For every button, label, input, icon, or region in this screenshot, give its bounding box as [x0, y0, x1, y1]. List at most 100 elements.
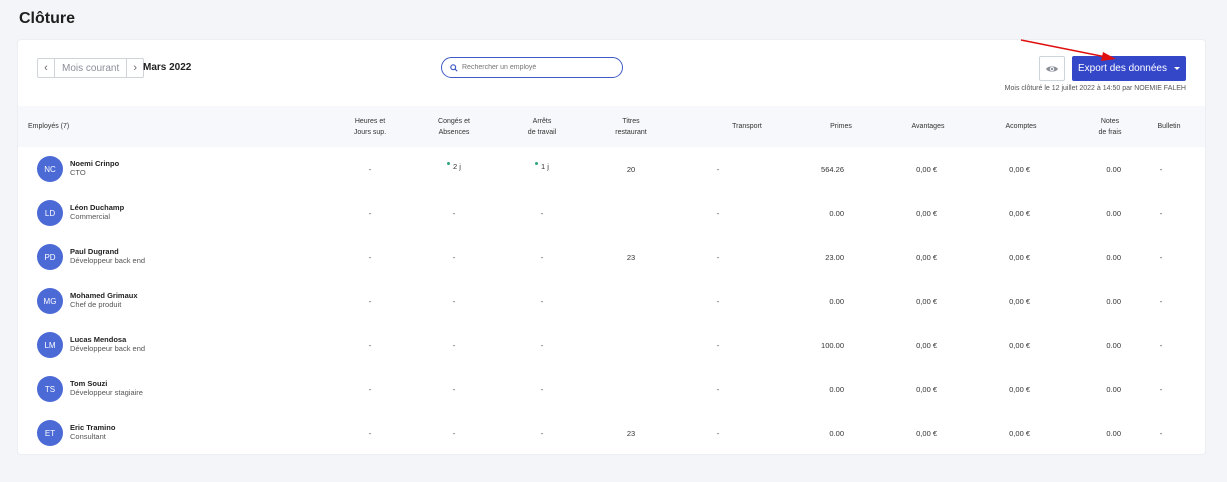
col-expenses-line1: Notes [1100, 117, 1120, 125]
export-data-button[interactable]: Export des données [1072, 56, 1186, 81]
employee-name[interactable]: Léon Duchamp [70, 203, 124, 212]
cell-sick-value: - [540, 208, 544, 218]
cell-bonuses: 100.00 [784, 323, 844, 367]
search-input[interactable] [462, 64, 612, 71]
cell-benefits: 0,00 € [877, 279, 937, 323]
cell-advances-value: 0,00 € [1009, 428, 1030, 438]
employee-role: Développeur back end [70, 256, 146, 265]
employee-name[interactable]: Noemi Crinpo [70, 159, 119, 168]
preview-button[interactable] [1039, 56, 1065, 81]
employee-role: Développeur back end [70, 344, 146, 353]
table-row[interactable]: LM Lucas Mendosa Développeur back end - - - - 1… [18, 323, 1205, 367]
avatar: PD [37, 244, 63, 270]
table-row[interactable]: NC Noemi Crinpo CTO - 2 j 1 j 20 - 564.26 0,00 € 0… [18, 147, 1205, 191]
cell-expenses-value: 0.00 [1106, 252, 1121, 262]
month-navigation: ‹ Mois courant › [37, 58, 145, 78]
employee-name[interactable]: Lucas Mendosa [70, 335, 126, 344]
cell-expenses-value: 0.00 [1106, 164, 1121, 174]
cell-advances: 0,00 € [970, 323, 1030, 367]
cell-payslip-value: - [1159, 164, 1163, 174]
employee-name[interactable]: Mohamed Grimaux [70, 291, 138, 300]
cell-expenses-value: 0.00 [1106, 208, 1121, 218]
cell-benefits: 0,00 € [877, 323, 937, 367]
employee-role: Chef de produit [70, 300, 122, 309]
cell-advances: 0,00 € [970, 411, 1030, 455]
cell-bonuses-value: 0.00 [829, 384, 844, 394]
employee-name[interactable]: Eric Tramino [70, 423, 115, 432]
status-dot-icon [535, 162, 539, 165]
cell-benefits: 0,00 € [877, 411, 937, 455]
col-meal-line2: restaurant [615, 128, 647, 136]
cell-payslip: - [1136, 147, 1186, 191]
cell-meal-value: 20 [626, 164, 636, 174]
cell-transport: - [688, 323, 748, 367]
next-month-button[interactable]: › [126, 58, 145, 78]
cell-sick-value: - [540, 428, 544, 438]
col-employees: Employés (7) [28, 123, 70, 130]
cell-sick: - [512, 279, 572, 323]
cell-overtime-value: - [368, 164, 372, 174]
current-month-button[interactable]: Mois courant [55, 58, 127, 78]
col-sick: Arrêts de travail [512, 106, 572, 147]
cell-payslip: - [1136, 235, 1186, 279]
cell-bonuses-value: 100.00 [821, 340, 844, 350]
previous-month-button[interactable]: ‹ [37, 58, 55, 78]
cell-sick-value: - [540, 384, 544, 394]
cell-sick: - [512, 323, 572, 367]
cell-overtime-value: - [368, 340, 372, 350]
cell-bonuses-value: 0.00 [829, 208, 844, 218]
cell-leave: - [424, 235, 484, 279]
table-row[interactable]: TS Tom Souzi Développeur stagiaire - - - - 0.00… [18, 367, 1205, 411]
employee-role: Consultant [70, 432, 106, 441]
cell-meal [601, 367, 661, 411]
cell-transport-value: - [716, 296, 720, 306]
cell-sick-value: - [540, 296, 544, 306]
cell-leave: - [424, 191, 484, 235]
cell-advances: 0,00 € [970, 279, 1030, 323]
employee-name[interactable]: Paul Dugrand [70, 247, 119, 256]
avatar: ET [37, 420, 63, 446]
cell-transport: - [688, 147, 748, 191]
table-row[interactable]: PD Paul Dugrand Développeur back end - - - 23 -… [18, 235, 1205, 279]
cell-expenses: 0.00 [1061, 191, 1121, 235]
cell-advances-value: 0,00 € [1009, 252, 1030, 262]
cell-expenses: 0.00 [1061, 235, 1121, 279]
cell-payslip: - [1136, 191, 1186, 235]
cell-overtime: - [340, 323, 400, 367]
cell-bonuses: 0.00 [784, 411, 844, 455]
col-transport: Transport [732, 123, 762, 130]
cell-payslip: - [1136, 323, 1186, 367]
cell-transport: - [688, 367, 748, 411]
col-overtime-line2: Jours sup. [353, 128, 387, 136]
cell-sick: - [512, 191, 572, 235]
cell-leave: - [424, 323, 484, 367]
cell-overtime-value: - [368, 296, 372, 306]
cell-meal [601, 323, 661, 367]
cell-benefits: 0,00 € [877, 235, 937, 279]
cell-payslip-value: - [1159, 340, 1163, 350]
employee-role: CTO [70, 168, 86, 177]
cell-meal [601, 191, 661, 235]
cell-overtime-value: - [368, 384, 372, 394]
employee-name[interactable]: Tom Souzi [70, 379, 107, 388]
cell-sick: - [512, 411, 572, 455]
table-row[interactable]: LD Léon Duchamp Commercial - - - - 0.00 0,00 € 0,… [18, 191, 1205, 235]
cell-overtime-value: - [368, 208, 372, 218]
cell-leave: - [424, 367, 484, 411]
cell-transport-value: - [716, 252, 720, 262]
cell-transport-value: - [716, 384, 720, 394]
cell-bonuses: 0.00 [784, 279, 844, 323]
cell-payslip-value: - [1159, 384, 1163, 394]
employee-role: Commercial [70, 212, 111, 221]
table-row[interactable]: MG Mohamed Grimaux Chef de produit - - - - 0.00… [18, 279, 1205, 323]
cell-advances: 0,00 € [970, 191, 1030, 235]
table-row[interactable]: ET Eric Tramino Consultant - - - 23 - 0.00 0,00 €… [18, 411, 1205, 455]
col-meal-line1: Titres [622, 117, 640, 125]
cell-sick: - [512, 367, 572, 411]
cell-leave-value: - [452, 252, 456, 262]
cell-expenses: 0.00 [1061, 279, 1121, 323]
cell-bonuses-value: 23.00 [825, 252, 844, 262]
cell-leave-value: - [452, 428, 456, 438]
cell-transport: - [688, 191, 748, 235]
employee-search[interactable] [441, 57, 623, 78]
